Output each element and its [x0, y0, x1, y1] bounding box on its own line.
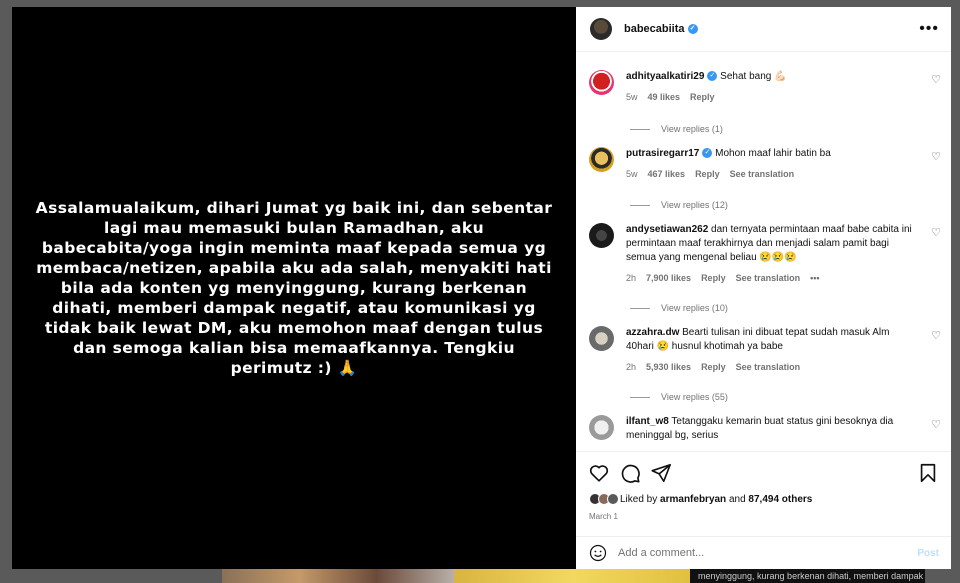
comment-age: 5w [626, 169, 638, 179]
verified-badge-icon: ✓ [687, 24, 698, 35]
background-feed-strip: menyinggung, kurang berkenan dihati, mem… [222, 568, 925, 583]
comment: putrasiregarr17 ✓ Mohon maaf lahir batin … [589, 147, 941, 181]
comment-username[interactable]: azzahra.dw [626, 327, 679, 338]
verified-badge-icon: ✓ [702, 148, 713, 159]
liker-username[interactable]: armanfebryan [660, 494, 726, 505]
like-comment-heart-icon[interactable]: ♡ [931, 329, 941, 342]
comment: ilfant_w8 Tetanggaku kemarin buat status… [589, 415, 941, 443]
likes-summary: Liked by armanfebryan and 87,494 others [589, 493, 812, 505]
comment-age: 2h [626, 273, 637, 283]
like-comment-heart-icon[interactable]: ♡ [931, 150, 941, 163]
heart-icon[interactable] [588, 462, 610, 484]
comment: adhityaalkatiri29 ✓ Sehat bang 💪🏻 5w 49 l… [589, 70, 941, 104]
comment-age: 2h [626, 362, 637, 372]
author-username[interactable]: babecabiita ✓ [624, 23, 698, 35]
comment-text: Mohon maaf lahir batin ba [715, 148, 831, 159]
post-header: babecabiita ✓ ••• [576, 7, 951, 52]
comment-age: 5w [626, 92, 638, 102]
see-translation-button[interactable]: See translation [730, 167, 795, 181]
commenter-avatar[interactable] [589, 70, 614, 95]
view-replies-button[interactable]: View replies (55) [630, 392, 728, 402]
post-date: March 1 [589, 512, 618, 521]
commenter-avatar[interactable] [589, 147, 614, 172]
commenter-avatar[interactable] [589, 223, 614, 248]
background-thumbnail [222, 568, 454, 583]
background-caption: menyinggung, kurang berkenan dihati, mem… [690, 568, 925, 583]
comment-text: Sehat bang 💪🏻 [720, 71, 787, 82]
author-avatar[interactable] [590, 18, 612, 40]
see-translation-button[interactable]: See translation [736, 360, 801, 374]
more-options-icon[interactable]: ••• [919, 20, 939, 38]
comment-likes[interactable]: 7,900 likes [646, 271, 691, 285]
emoji-icon[interactable] [589, 544, 607, 562]
comment-meta: 5w 467 likes Reply See translation [626, 167, 917, 181]
post-actions: Liked by armanfebryan and 87,494 others … [576, 451, 951, 536]
comment-meta: 5w 49 likes Reply [626, 90, 917, 104]
comment-icon[interactable] [619, 462, 641, 484]
add-comment-bar: Post [576, 536, 951, 569]
commenter-avatar[interactable] [589, 326, 614, 351]
comment-likes[interactable]: 467 likes [648, 167, 686, 181]
post-sidebar: babecabiita ✓ ••• adhityaalkatiri29 ✓ Seha… [576, 7, 951, 569]
comment-username[interactable]: putrasiregarr17 [626, 148, 699, 159]
view-replies-button[interactable]: View replies (1) [630, 124, 723, 134]
comment-likes[interactable]: 5,930 likes [646, 360, 691, 374]
commenter-avatar[interactable] [589, 415, 614, 440]
reply-button[interactable]: Reply [690, 90, 715, 104]
post-comment-button[interactable]: Post [917, 548, 939, 559]
comment-options-icon[interactable]: ••• [810, 271, 819, 285]
comment-username[interactable]: ilfant_w8 [626, 416, 669, 427]
post-modal: Assalamualaikum, dihari Jumat yg baik in… [12, 7, 951, 569]
view-replies-button[interactable]: View replies (10) [630, 303, 728, 313]
action-icons [588, 462, 939, 486]
view-replies-button[interactable]: View replies (12) [630, 200, 728, 210]
like-comment-heart-icon[interactable]: ♡ [931, 226, 941, 239]
verified-badge-icon: ✓ [707, 71, 718, 82]
like-comment-heart-icon[interactable]: ♡ [931, 73, 941, 86]
story-text: Assalamualaikum, dihari Jumat yg baik in… [35, 199, 553, 377]
comments-list: adhityaalkatiri29 ✓ Sehat bang 💪🏻 5w 49 l… [576, 53, 951, 451]
reply-button[interactable]: Reply [701, 271, 726, 285]
see-translation-button[interactable]: See translation [736, 271, 801, 285]
comment: azzahra.dw Bearti tulisan ini dibuat tep… [589, 326, 941, 374]
post-image: Assalamualaikum, dihari Jumat yg baik in… [12, 7, 576, 569]
likes-count[interactable]: 87,494 others [748, 494, 812, 505]
liker-avatars [589, 493, 619, 505]
comment-likes[interactable]: 49 likes [648, 90, 681, 104]
comment-username[interactable]: adhityaalkatiri29 [626, 71, 704, 82]
background-thumbnail [454, 568, 690, 583]
bookmark-icon[interactable] [917, 462, 939, 484]
reply-button[interactable]: Reply [701, 360, 726, 374]
comment-meta: 2h 5,930 likes Reply See translation [626, 360, 917, 374]
comment-username[interactable]: andysetiawan262 [626, 224, 708, 235]
comment-input[interactable] [618, 547, 918, 559]
reply-button[interactable]: Reply [695, 167, 720, 181]
comment-meta: 2h 7,900 likes Reply See translation ••• [626, 271, 917, 285]
comment: andysetiawan262 dan ternyata permintaan … [589, 223, 941, 285]
share-icon[interactable] [650, 462, 672, 484]
like-comment-heart-icon[interactable]: ♡ [931, 418, 941, 431]
